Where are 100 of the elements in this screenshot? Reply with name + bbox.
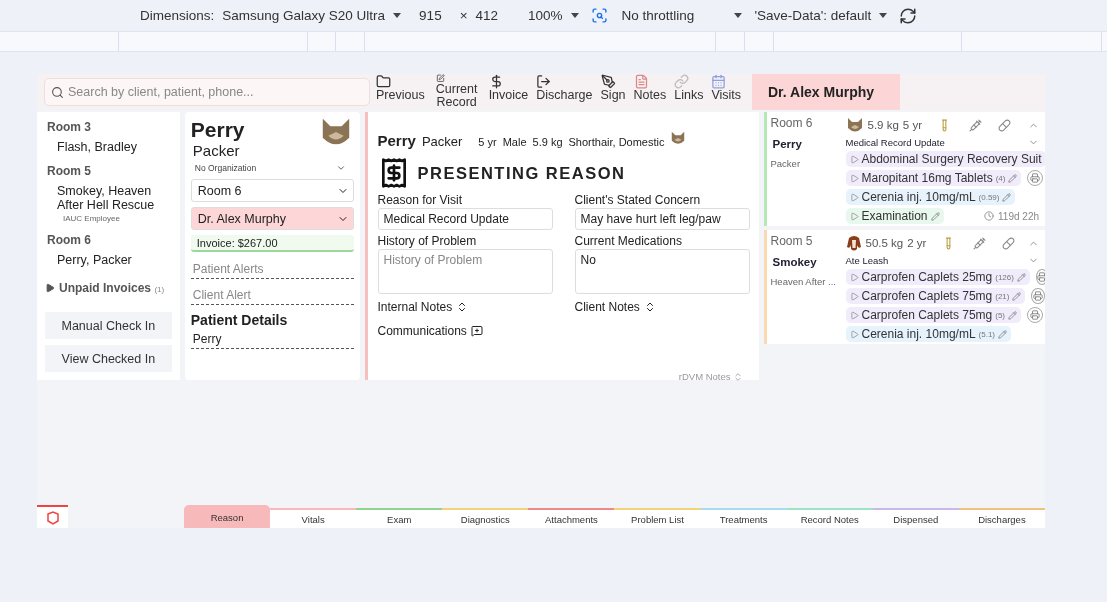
doctor-select[interactable]: Dr. Alex Murphy: [190, 207, 354, 230]
patient-link[interactable]: Smokey, Heaven After Hell Rescue: [57, 184, 172, 212]
toolbar-button[interactable]: Invoice: [484, 74, 533, 110]
toolbar-button[interactable]: Sign: [596, 74, 630, 110]
add-comment-icon[interactable]: [470, 325, 483, 337]
pencil-icon[interactable]: [1012, 291, 1022, 301]
treatment-label: Examination: [861, 209, 928, 223]
pill-icon[interactable]: [998, 118, 1011, 132]
field-label: Reason for Visit: [377, 193, 463, 207]
treatment-chip[interactable]: Abdominal Surgery Recovery Suit: [845, 151, 1045, 167]
text-area[interactable]: No: [574, 249, 750, 294]
field-label: Current Medications: [574, 234, 683, 248]
height-field[interactable]: 412: [475, 8, 499, 23]
patient-name: Perry: [190, 118, 245, 142]
pencil-icon[interactable]: [1002, 192, 1012, 202]
width-field[interactable]: 915: [419, 8, 442, 23]
treatment-chip[interactable]: Cerenia inj. 10mg/mL (0.59): [845, 189, 1016, 205]
section-tab[interactable]: Exam: [356, 508, 443, 528]
client-name: Packer: [770, 158, 801, 169]
visit-reason: Medical Record Update: [845, 137, 945, 148]
print-button[interactable]: [1027, 307, 1043, 323]
treatment-chip[interactable]: Examination: [845, 208, 944, 224]
patient-card[interactable]: Room 6 Perry Packer 5.9 kg 5 yr Medical Record Update Abdominal Surgery Recovery Suit Maropitant 16mg Tablets (4) Cerenia inj. 10mg/mL (0.59) Examination 119d 22h: [763, 112, 1045, 226]
patient-card[interactable]: Room 5 Smokey Heaven After ... 50.5 kg 2 yr Ate Leash Carprofen Caplets 25mg (126) Carprofen Caplets 75mg (21) Carprofen Caplets 75mg (5) Cerenia inj. 10mg/mL (5.1): [763, 230, 1045, 344]
treatment-chip[interactable]: Maropitant 16mg Tablets (4): [845, 170, 1022, 186]
doctor-header: Dr. Alex Murphy: [752, 74, 900, 110]
quantity: (0.59): [978, 192, 1000, 202]
section-toggle[interactable]: Communications: [377, 324, 467, 338]
input-field[interactable]: Medical Record Update: [377, 208, 553, 230]
sidebar-button[interactable]: View Checked In: [45, 345, 172, 372]
toolbar-button[interactable]: Links: [670, 74, 708, 110]
patient-fact: 5 yr: [478, 136, 497, 148]
treatment-chip[interactable]: Cerenia inj. 10mg/mL (5.1): [845, 326, 1011, 342]
toolbar-button[interactable]: Current Record: [428, 74, 485, 110]
pencil-icon[interactable]: [1016, 272, 1026, 282]
save-data-select[interactable]: 'Save-Data': default: [754, 8, 872, 23]
section-toggle[interactable]: Internal Notes: [377, 300, 453, 314]
pencil-icon[interactable]: [930, 211, 940, 221]
syringe-icon[interactable]: [969, 118, 982, 132]
expand-icon[interactable]: [45, 283, 55, 293]
section-tab[interactable]: Diagnostics: [442, 508, 529, 528]
toolbar-button[interactable]: Discharge: [532, 74, 597, 110]
toolbar-button[interactable]: Notes: [629, 74, 671, 110]
patient-fact: Shorthair, Domestic: [568, 136, 665, 148]
patient-alerts-field[interactable]: Patient Alerts: [190, 258, 354, 279]
section-tab[interactable]: Record Notes: [786, 508, 873, 528]
organization-select[interactable]: No Organization: [190, 163, 354, 173]
quantity: (5): [995, 310, 1005, 320]
room-label: Room 6: [47, 233, 92, 247]
document-icon: [633, 74, 649, 89]
section-tab[interactable]: Dispensed: [872, 508, 959, 528]
device-select[interactable]: Samsung Galaxy S20 Ultra: [222, 8, 386, 23]
patient-link[interactable]: Perry, Packer: [57, 253, 172, 267]
clock-icon: [984, 211, 995, 221]
section-tab[interactable]: Problem List: [614, 508, 701, 528]
section-toggle[interactable]: Client Notes: [574, 300, 640, 314]
capture-icon[interactable]: [590, 7, 608, 24]
section-tab[interactable]: Attachments: [528, 508, 615, 528]
patient-fact: Male: [502, 136, 527, 148]
rotate-icon[interactable]: [899, 6, 918, 25]
patient-note: IAUC Employee: [63, 214, 121, 223]
unpaid-invoices-label[interactable]: Unpaid Invoices (1): [59, 281, 165, 295]
cat-icon: [845, 116, 864, 134]
toolbar-button[interactable]: Visits: [707, 74, 746, 110]
client-alert-field[interactable]: Client Alert: [190, 284, 354, 305]
pencil-icon[interactable]: [1008, 310, 1017, 320]
treatment-label: Carprofen Caplets 75mg: [861, 289, 993, 303]
quantity: (4): [995, 173, 1006, 183]
sidebar-button[interactable]: Manual Check In: [45, 312, 172, 339]
throttling-select[interactable]: No throttling: [621, 8, 695, 23]
link-icon: [674, 74, 690, 89]
section-tab[interactable]: Discharges: [958, 508, 1045, 528]
section-title: Patient Details: [190, 312, 289, 328]
pill-icon[interactable]: [1002, 236, 1016, 250]
patient-age: 5 yr: [902, 119, 922, 131]
pencil-icon[interactable]: [1008, 173, 1018, 183]
pencil-icon[interactable]: [998, 329, 1007, 339]
quantity: (126): [995, 272, 1014, 282]
patient-link[interactable]: Flash, Bradley: [57, 140, 172, 154]
dimensions-label: Dimensions:: [140, 8, 215, 23]
treatment-label: Carprofen Caplets 25mg: [861, 270, 993, 284]
treatment-chip[interactable]: Carprofen Caplets 75mg (5): [845, 307, 1021, 323]
dog-icon: [845, 234, 862, 252]
input-field[interactable]: May have hurt left leg/paw: [574, 208, 750, 230]
room-select[interactable]: Room 6: [190, 179, 354, 202]
app-logo[interactable]: [37, 505, 68, 528]
pen-nib-icon: [600, 74, 616, 89]
section-tab[interactable]: Treatments: [700, 508, 787, 528]
zoom-select[interactable]: 100%: [528, 8, 563, 23]
print-button[interactable]: [1035, 269, 1045, 285]
text-area[interactable]: History of Problem: [377, 249, 553, 294]
print-button[interactable]: [1031, 288, 1045, 304]
treatment-chip[interactable]: Carprofen Caplets 25mg (126): [845, 269, 1030, 285]
toolbar-button[interactable]: Previous: [372, 74, 429, 110]
section-tab[interactable]: Vitals: [270, 508, 357, 528]
section-tab[interactable]: Reason: [184, 505, 271, 528]
syringe-icon[interactable]: [973, 236, 987, 250]
name-field[interactable]: Perry: [190, 328, 354, 349]
elapsed-time: 119d 22h: [998, 210, 1039, 222]
treatment-chip[interactable]: Carprofen Caplets 75mg (21): [845, 288, 1026, 304]
